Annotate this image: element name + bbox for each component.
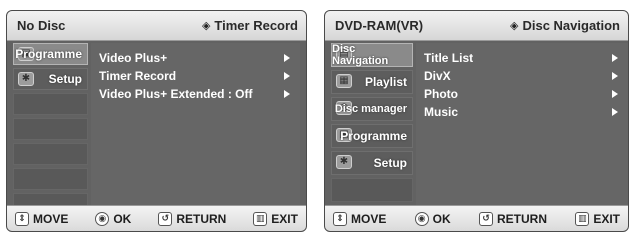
move-icon: ⇕ <box>333 211 347 226</box>
header-bar: DVD-RAM(VR) ◈ Disc Navigation <box>325 11 628 41</box>
sidebar-item-label: Programme <box>340 129 407 143</box>
exit-hint: ▥ EXIT <box>253 211 298 226</box>
arrow-right-icon <box>612 90 618 98</box>
arrow-right-icon <box>612 54 618 62</box>
footer-bar: ⇕ MOVE ◉ OK ↺ RETURN ▥ EXIT <box>7 205 306 231</box>
menu-item-music[interactable]: Music <box>416 103 628 121</box>
menu-item-divx[interactable]: DivX <box>416 67 628 85</box>
mode-label: Timer Record <box>214 18 298 33</box>
exit-label: EXIT <box>271 211 298 226</box>
sidebar-item-label: Disc Navigation <box>332 43 389 67</box>
sidebar-empty-slot <box>13 168 88 190</box>
sidebar-empty-slot <box>13 118 88 140</box>
gear-icon: ✱ <box>336 155 352 169</box>
move-hint: ⇕ MOVE <box>333 211 387 226</box>
sidebar-item-label: Setup <box>373 156 407 170</box>
sidebar-item-setup[interactable]: ✱ Setup <box>331 151 413 175</box>
sidebar-empty-slot <box>13 143 88 165</box>
menu-item-label: DivX <box>424 69 451 83</box>
menu-item-timer-record[interactable]: Timer Record <box>91 67 300 85</box>
arrow-right-icon <box>612 108 618 116</box>
sidebar-item-setup[interactable]: ✱ Setup <box>13 68 88 90</box>
exit-label: EXIT <box>593 211 620 226</box>
sidebar-item-label: Disc manager <box>334 103 407 115</box>
ok-icon: ◉ <box>414 211 429 226</box>
move-icon: ⇕ <box>15 211 29 226</box>
arrow-right-icon <box>284 72 290 80</box>
menu-item-label: Video Plus+ <box>99 51 168 65</box>
sidebar-item-playlist[interactable]: ▦ Playlist <box>331 70 413 94</box>
exit-icon: ▥ <box>253 211 268 226</box>
sidebar-item-disc-manager[interactable]: ◎ Disc manager <box>331 97 413 121</box>
ok-hint: ◉ OK <box>95 211 132 226</box>
sidebar-empty-slot <box>331 178 413 202</box>
sidebar-item-programme[interactable]: ▣ Programme <box>331 124 413 148</box>
sidebar-item-label: Setup <box>48 72 82 86</box>
header-bar: No Disc ◈ Timer Record <box>7 11 306 41</box>
mode-title: ◈ Disc Navigation <box>510 18 620 33</box>
ok-label: OK <box>432 211 451 226</box>
mode-label: Disc Navigation <box>522 18 620 33</box>
menu-item-video-plus[interactable]: Video Plus+ <box>91 49 300 67</box>
move-hint: ⇕ MOVE <box>15 211 69 226</box>
return-hint: ↺ RETURN <box>479 211 547 226</box>
return-icon: ↺ <box>479 211 493 226</box>
sidebar: ▤ Disc Navigation ▦ Playlist ◎ Disc mana… <box>331 43 413 213</box>
menu-list: Title List DivX Photo Music <box>416 43 628 213</box>
sidebar-item-label: Playlist <box>364 75 407 89</box>
menu-item-label: Video Plus+ Extended : Off <box>99 87 253 101</box>
diamond-icon: ◈ <box>201 20 211 32</box>
ok-label: OK <box>113 211 132 226</box>
sidebar-item-label: Programme <box>15 47 82 61</box>
sidebar-empty-slot <box>13 93 88 115</box>
menu-item-label: Photo <box>424 87 458 101</box>
ok-hint: ◉ OK <box>414 211 451 226</box>
gear-icon: ✱ <box>18 72 34 86</box>
menu-item-photo[interactable]: Photo <box>416 85 628 103</box>
move-label: MOVE <box>33 211 69 226</box>
menu-item-label: Timer Record <box>99 69 177 83</box>
return-label: RETURN <box>497 211 547 226</box>
timer-record-screen: No Disc ◈ Timer Record ▣ Programme ✱ Set… <box>6 10 307 232</box>
disc-navigation-screen: DVD-RAM(VR) ◈ Disc Navigation ▤ Disc Nav… <box>324 10 629 232</box>
return-icon: ↺ <box>158 211 173 226</box>
sidebar-item-disc-navigation[interactable]: ▤ Disc Navigation <box>331 43 413 67</box>
return-label: RETURN <box>176 211 227 226</box>
mode-title: ◈ Timer Record <box>202 18 298 33</box>
diamond-icon: ◈ <box>510 20 519 32</box>
menu-item-video-plus-extended[interactable]: Video Plus+ Extended : Off <box>91 85 300 103</box>
playlist-icon: ▦ <box>336 74 352 88</box>
sidebar-item-programme[interactable]: ▣ Programme <box>13 43 88 65</box>
exit-hint: ▥ EXIT <box>575 211 620 226</box>
arrow-right-icon <box>284 54 290 62</box>
disc-status: No Disc <box>17 18 66 33</box>
ok-icon: ◉ <box>95 211 110 226</box>
menu-list: Video Plus+ Timer Record Video Plus+ Ext… <box>91 43 300 213</box>
move-label: MOVE <box>351 211 387 226</box>
menu-item-label: Title List <box>424 51 474 65</box>
sidebar: ▣ Programme ✱ Setup <box>13 43 88 215</box>
footer-bar: ⇕ MOVE ◉ OK ↺ RETURN ▥ EXIT <box>325 205 628 231</box>
disc-status: DVD-RAM(VR) <box>335 18 424 33</box>
menu-item-label: Music <box>424 105 459 119</box>
exit-icon: ▥ <box>575 211 590 226</box>
return-hint: ↺ RETURN <box>158 211 227 226</box>
arrow-right-icon <box>284 90 290 98</box>
menu-item-title-list[interactable]: Title List <box>416 49 628 67</box>
arrow-right-icon <box>612 72 618 80</box>
